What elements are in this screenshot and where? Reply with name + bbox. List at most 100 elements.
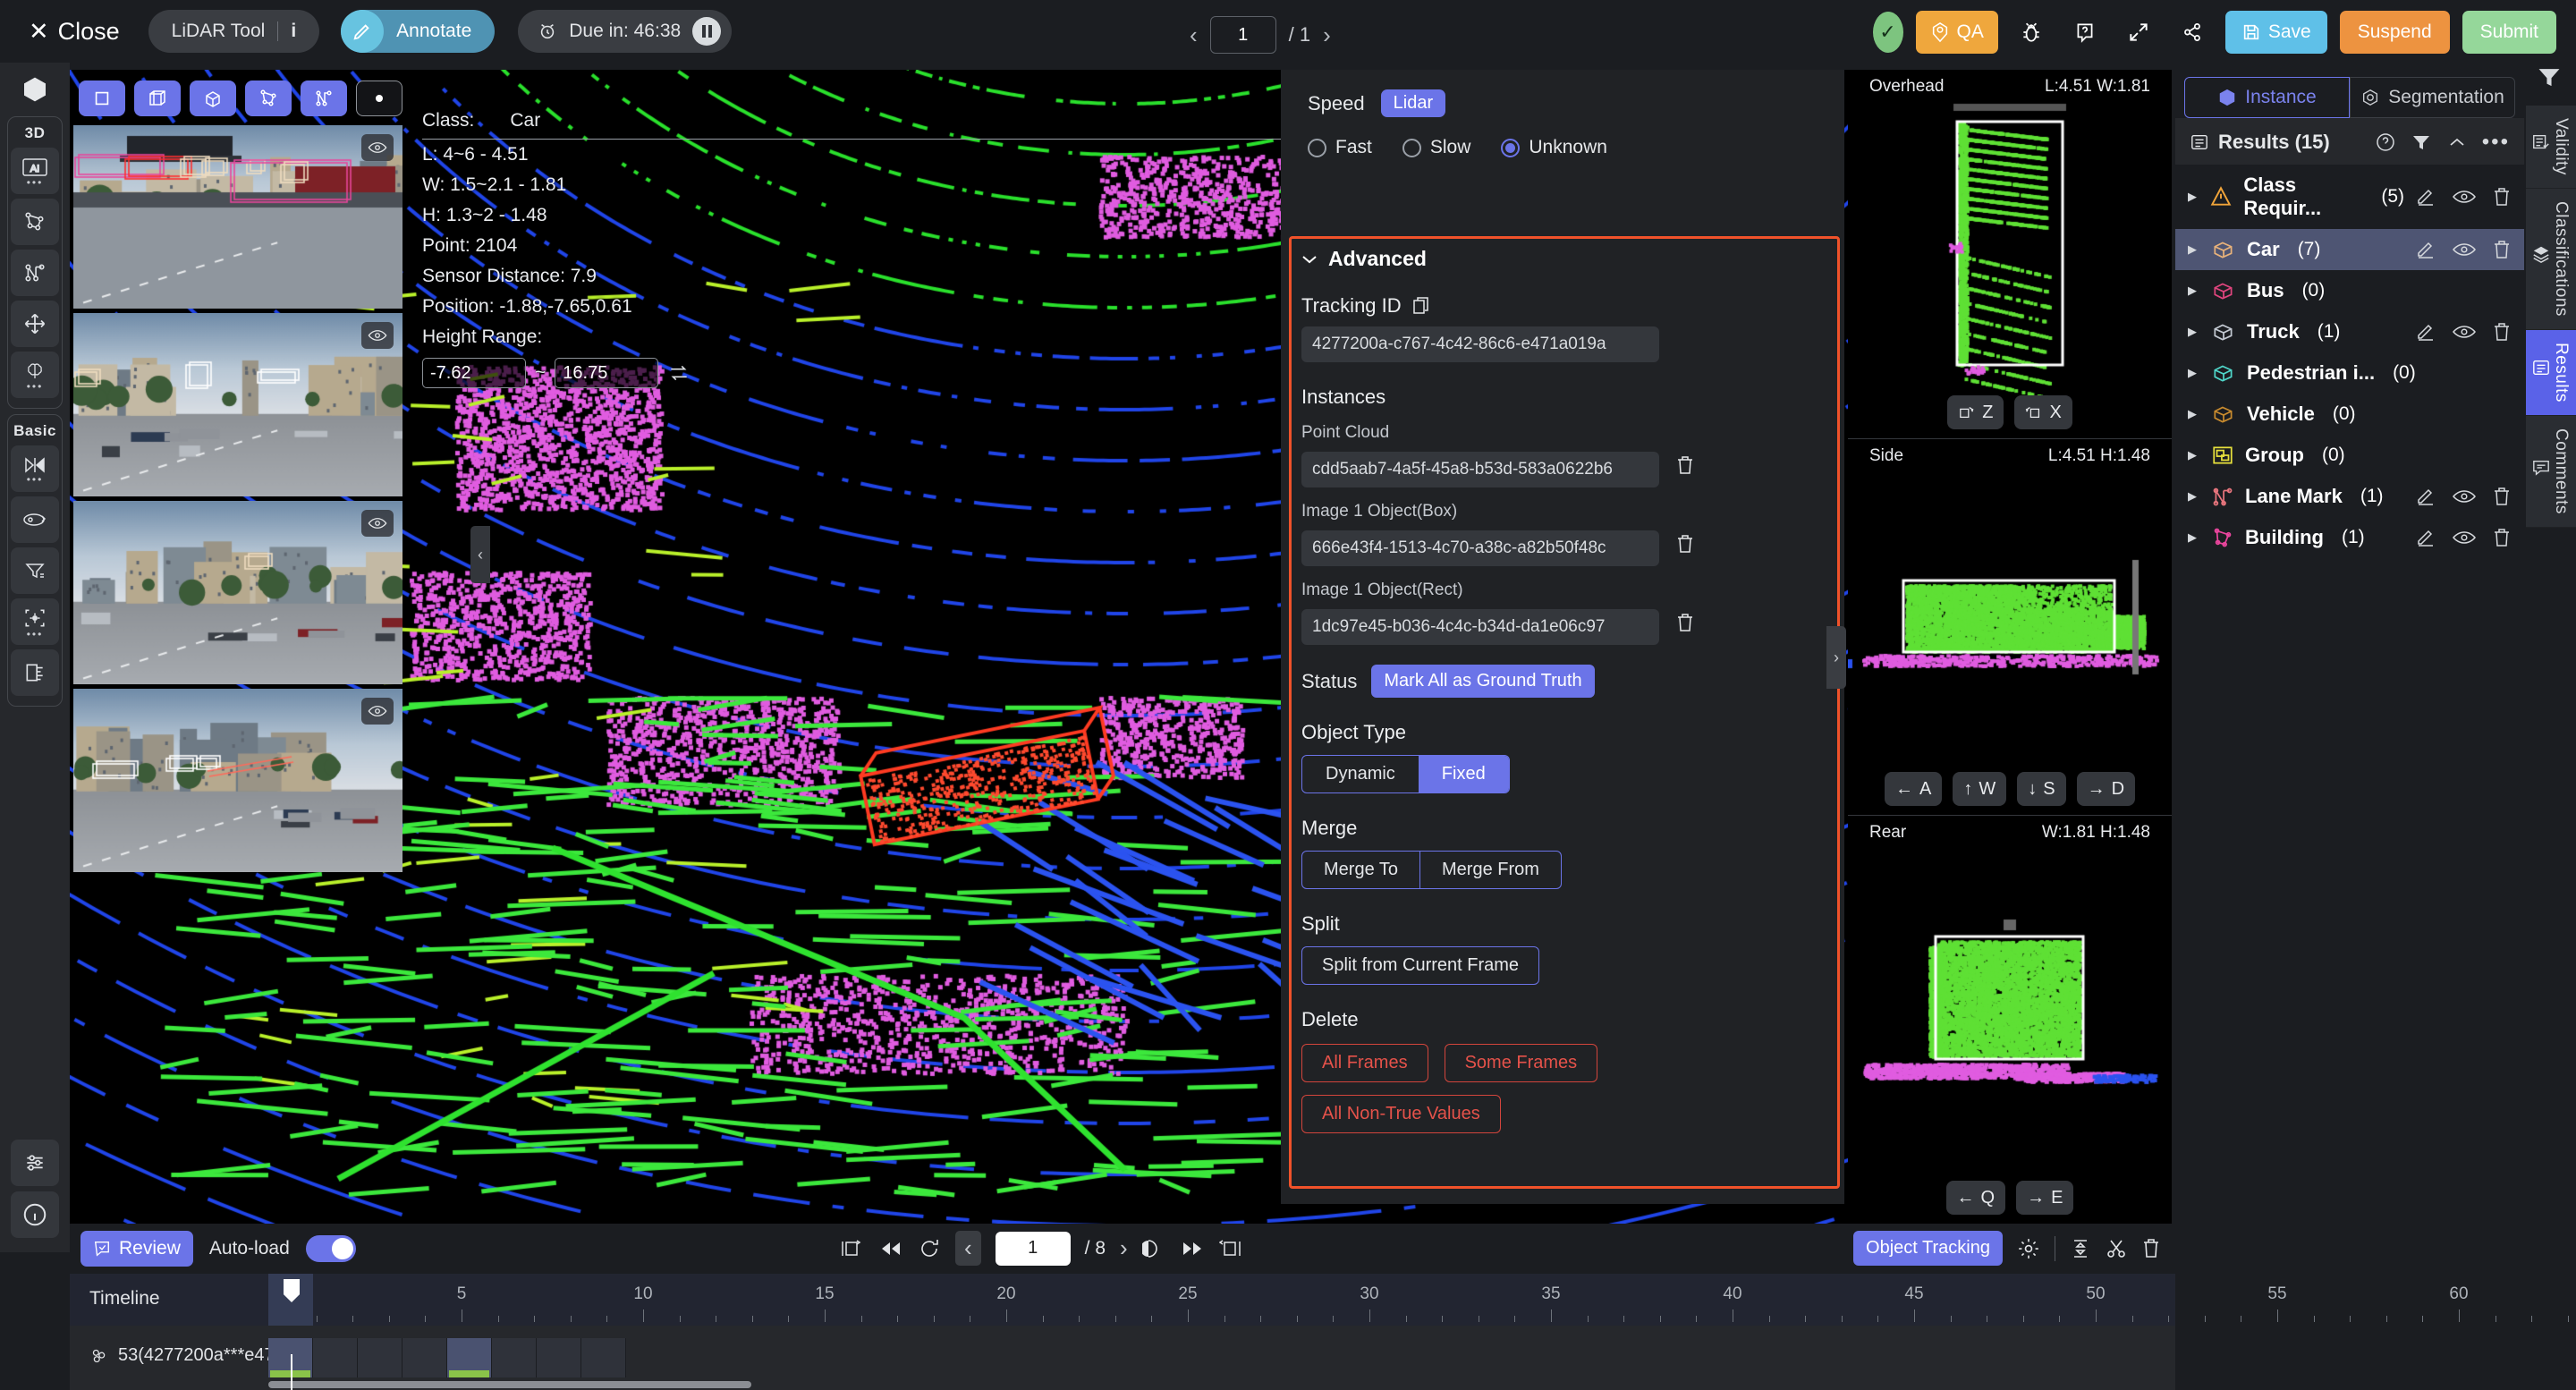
camera-thumbnail[interactable] xyxy=(73,125,402,309)
overhead-view[interactable]: Overhead L:4.51 W:1.81 Z X xyxy=(1848,70,2172,438)
expand-caret-icon[interactable]: ▶ xyxy=(2188,366,2200,380)
collapse-left-panel-button[interactable]: ‹ xyxy=(470,526,490,583)
settings-sliders-icon[interactable] xyxy=(11,1140,59,1186)
collapse-all-icon[interactable] xyxy=(2446,132,2468,152)
tab-instance[interactable]: Instance xyxy=(2184,77,2350,118)
funnel-icon[interactable] xyxy=(2535,64,2563,89)
qa-button[interactable]: QA xyxy=(1915,11,1998,54)
move-up-button[interactable]: ↑ W xyxy=(1953,772,2007,806)
result-row-vehicle[interactable]: ▶ Vehicle (0) xyxy=(2175,394,2524,435)
tab-segmentation[interactable]: Segmentation xyxy=(2350,77,2515,118)
object-tracking-button[interactable]: Object Tracking xyxy=(1853,1231,2003,1266)
delete-icon[interactable] xyxy=(2492,239,2512,260)
height-max-input[interactable]: 16.75 xyxy=(555,358,659,389)
expand-caret-icon[interactable]: ▶ xyxy=(2188,407,2200,421)
result-row-group[interactable]: ▶ Group (0) xyxy=(2175,435,2524,476)
visibility-eye-icon[interactable] xyxy=(2453,242,2476,258)
delete-icon[interactable] xyxy=(2492,486,2512,507)
submit-button[interactable]: Submit xyxy=(2462,11,2556,54)
instance-value-image1-rect[interactable]: 1dc97e45-b036-4c4c-b34d-da1e06c97 xyxy=(1301,609,1659,645)
rotate-left-button[interactable]: ← Q xyxy=(1945,1181,2006,1215)
expand-caret-icon[interactable]: ▶ xyxy=(2188,530,2200,545)
share-button[interactable] xyxy=(2172,11,2213,54)
merge-from-button[interactable]: Merge From xyxy=(1419,852,1561,888)
delete-icon[interactable] xyxy=(2492,186,2512,208)
track-cell[interactable] xyxy=(313,1338,358,1377)
brain-tool[interactable]: ••• xyxy=(11,352,59,398)
help-icon[interactable] xyxy=(2375,131,2396,153)
object-type-dynamic[interactable]: Dynamic xyxy=(1302,756,1419,792)
keyframe-icon[interactable] xyxy=(2070,1237,2091,1260)
result-row-truck[interactable]: ▶ Truck (1) xyxy=(2175,311,2524,352)
delete-all-non-true-values-button[interactable]: All Non-True Values xyxy=(1301,1095,1501,1133)
rewind-icon[interactable] xyxy=(878,1239,903,1259)
autoload-toggle[interactable] xyxy=(305,1235,356,1262)
expand-caret-icon[interactable]: ▶ xyxy=(2188,284,2200,298)
speed-option-unknown[interactable]: Unknown xyxy=(1501,137,1607,158)
object-track-row[interactable]: 53(4277200a***e471a019a84b xyxy=(70,1326,2175,1390)
pause-icon[interactable] xyxy=(692,17,722,46)
expand-caret-icon[interactable]: ▶ xyxy=(2188,448,2200,462)
filter-icon[interactable] xyxy=(2411,132,2432,152)
suspend-button[interactable]: Suspend xyxy=(2339,11,2450,54)
rect-tool[interactable] xyxy=(79,81,125,116)
vtab-comments[interactable]: Comments xyxy=(2526,415,2576,528)
expand-caret-icon[interactable]: ▶ xyxy=(2188,325,2200,339)
track-cell[interactable] xyxy=(358,1338,402,1377)
polyline-tool[interactable] xyxy=(301,81,347,116)
page-input[interactable]: 1 xyxy=(1209,16,1276,54)
advanced-header[interactable]: Advanced xyxy=(1301,247,1829,271)
save-button[interactable]: Save xyxy=(2224,11,2327,54)
visibility-eye-icon[interactable] xyxy=(361,698,394,725)
play-icon[interactable] xyxy=(1141,1238,1165,1259)
prev-page-button[interactable]: ‹ xyxy=(1190,21,1198,49)
vtab-results[interactable]: Results xyxy=(2526,329,2576,416)
collapse-right-panel-button[interactable]: › xyxy=(1826,626,1846,689)
move-tool[interactable] xyxy=(11,301,59,347)
delete-instance-icon[interactable] xyxy=(1675,533,1695,555)
annotate-mode-toggle[interactable]: Annotate xyxy=(341,10,496,53)
ai-tool[interactable]: AI ••• xyxy=(11,148,59,194)
info-icon[interactable]: i xyxy=(291,21,296,42)
more-icon[interactable]: ••• xyxy=(2482,131,2510,153)
copy-icon[interactable] xyxy=(1412,296,1430,316)
fullscreen-button[interactable] xyxy=(2118,11,2159,54)
visibility-eye-icon[interactable] xyxy=(361,510,394,537)
last-frame-icon[interactable] xyxy=(1218,1237,1244,1260)
edit-icon[interactable] xyxy=(2415,239,2436,260)
result-row-lane-mark[interactable]: ▶ Lane Mark (1) xyxy=(2175,476,2524,517)
result-row-pedestrian-i[interactable]: ▶ Pedestrian i... (0) xyxy=(2175,352,2524,394)
track-cell[interactable] xyxy=(447,1338,492,1377)
visibility-eye-icon[interactable] xyxy=(2453,530,2476,546)
track-cell[interactable] xyxy=(492,1338,537,1377)
tool-name-pill[interactable]: LiDAR Tool i xyxy=(148,10,320,53)
move-down-button[interactable]: ↓ S xyxy=(2017,772,2066,806)
speed-option-fast[interactable]: Fast xyxy=(1308,137,1372,158)
result-row-building[interactable]: ▶ Building (1) xyxy=(2175,517,2524,558)
review-button[interactable]: Review xyxy=(80,1231,193,1267)
close-button[interactable]: ✕ Close xyxy=(20,18,129,46)
result-row-bus[interactable]: ▶ Bus (0) xyxy=(2175,270,2524,311)
loop-icon[interactable] xyxy=(918,1238,941,1259)
rotate-tool[interactable] xyxy=(11,496,59,543)
side-view[interactable]: Side L:4.51 H:1.48 ← A ↑ W ↓ S → D xyxy=(1848,439,2172,815)
visibility-eye-icon[interactable] xyxy=(361,322,394,349)
rotate-z-button[interactable]: Z xyxy=(1947,395,2004,429)
expand-caret-icon[interactable]: ▶ xyxy=(2188,190,2199,204)
delete-icon[interactable] xyxy=(2492,527,2512,548)
point-tool[interactable] xyxy=(356,81,402,116)
polygon-tool[interactable] xyxy=(11,199,59,245)
vtab-classifications[interactable]: Classifications xyxy=(2526,188,2576,330)
speed-option-slow[interactable]: Slow xyxy=(1402,137,1470,158)
instance-value-image1-box[interactable]: 666e43f4-1513-4c70-a38c-a82b50f48c xyxy=(1301,530,1659,566)
focus-tool[interactable]: ••• xyxy=(11,598,59,645)
move-left-button[interactable]: ← A xyxy=(1884,772,1943,806)
height-range-reset-icon[interactable] xyxy=(667,363,691,383)
frame-input[interactable]: 1 xyxy=(995,1231,1071,1266)
delete-icon[interactable] xyxy=(2492,321,2512,343)
delete-all-frames-button[interactable]: All Frames xyxy=(1301,1044,1428,1082)
delete-instance-icon[interactable] xyxy=(1675,454,1695,476)
edit-icon[interactable] xyxy=(2415,321,2436,343)
prev-frame-button[interactable]: ‹ xyxy=(955,1231,981,1266)
delete-some-frames-button[interactable]: Some Frames xyxy=(1444,1044,1598,1082)
